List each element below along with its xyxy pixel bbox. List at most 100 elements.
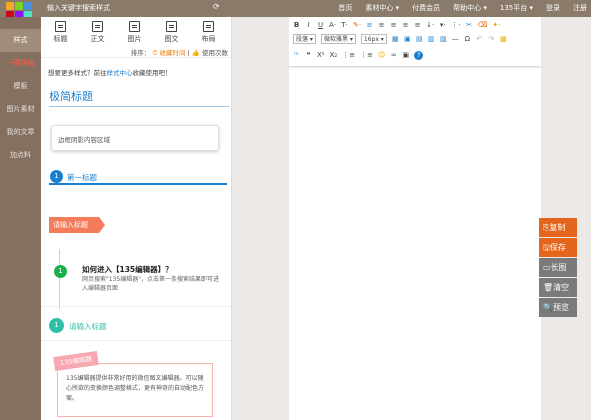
superscript-icon[interactable]: X² [317,51,325,59]
green-number-badge: 1 [49,318,64,333]
tab-body[interactable]: 正文 [80,17,115,47]
anchor-icon[interactable]: ∞ [390,51,397,59]
save-icon: 🖫 [543,243,550,252]
bold-button[interactable]: B [293,21,300,29]
rail-item-my-articles[interactable]: 我的文章 [0,121,41,144]
card-tag: 135编辑器 [53,351,99,371]
spacing-button[interactable]: ▾· [439,21,446,29]
left-rail: 样式 一键排版 模板 图片素材 我的文章 加点料 [0,17,41,420]
copy-label: 复制 [549,223,566,232]
nav-materials[interactable]: 素材中心 ▾ [365,3,399,13]
preview-label: 预览 [552,303,569,312]
search-input[interactable]: 输入关键字搜索样式 [47,3,110,13]
undo-icon[interactable]: ↶ [476,35,483,43]
toolbar-row-1: B I U A· T· ✎· ≡ ≡ ≡ ≡ ≡ ↓· ▾· ⋮· ✂ ⌫ ✦· [293,19,501,31]
toolbar-row-3: ʳᵉ ❝ X² X₂ ⋮≡ ⋮≡ ☺ ∞ ▣ ? [293,49,424,61]
format-painter-button[interactable]: ✂ [465,21,472,29]
style-center-link[interactable]: 样式中心 [107,69,133,77]
tab-title[interactable]: 标题 [43,17,78,47]
highlight-button[interactable]: ✎· [353,21,361,29]
rail-item-one-click-layout[interactable]: 一键排版 [0,52,41,75]
trash-icon: 🗑 [543,283,554,292]
search-icon: 🔍 [543,303,553,312]
link-icon[interactable]: ▧ [440,35,447,43]
font-size-select[interactable]: 16px ▾ [360,34,387,44]
table-icon[interactable]: ▦ [392,35,399,43]
image-insert-icon[interactable]: ▣ [404,35,411,43]
paragraph-value: 段落 [296,36,309,43]
list-button[interactable]: ⋮· [451,21,460,29]
editor-toolbar: B I U A· T· ✎· ≡ ≡ ≡ ≡ ≡ ↓· ▾· ⋮· ✂ ⌫ ✦·… [289,17,541,67]
long-image-button[interactable]: ▭长图 [539,258,577,277]
tab-image-text[interactable]: 图文 [154,17,189,47]
preview-button[interactable]: 🔍预览 [539,298,577,317]
text-style-button[interactable]: T· [341,21,348,29]
style-center-notice: 想要更多样式？前往样式中心收藏使用吧！ [48,67,172,77]
top-nav: 首页 素材中心 ▾ 付费会员 帮助中心 ▾ 135平台 ▾ 登录 注册 [338,3,591,13]
sort-active-label: 收藏时间 [159,49,186,57]
font-family-select[interactable]: 微软雅黑 ▾ [320,34,356,44]
nav-vip[interactable]: 付费会员 [412,3,440,13]
special-char-icon[interactable]: Ω [464,35,471,43]
unordered-list-icon[interactable]: ⋮≡ [360,51,373,59]
magic-button[interactable]: ✦· [492,21,500,29]
notice-suffix: 收藏使用吧！ [132,69,172,77]
numbered-title-text: 第一标题 [67,173,97,182]
save-button[interactable]: 🖫保存 [539,238,577,257]
emoji-icon[interactable]: ☺ [378,51,385,59]
refresh-icon[interactable]: ⟳ [213,2,220,11]
align-center-button[interactable]: ≡ [378,21,385,29]
attachment-icon[interactable]: ▥ [428,35,435,43]
clear-format-button[interactable]: ⌫ [477,21,487,29]
style-green-title[interactable]: 1 请输入标题 [49,317,227,335]
style-simple-title[interactable]: 极简标题 [49,87,229,107]
copy-button[interactable]: ⎘复制 [539,218,577,237]
number-badge: 1 [50,170,63,183]
redo-icon[interactable]: ↷ [488,35,495,43]
nav-login[interactable]: 登录 [546,3,560,13]
rail-item-templates[interactable]: 模板 [0,75,41,98]
font-color-button[interactable]: A· [329,21,336,29]
style-ribbon-title[interactable]: 请输入标题 [49,217,105,233]
indent-button[interactable]: ≡ [414,21,421,29]
nav-help[interactable]: 帮助中心 ▾ [453,3,487,13]
style-numbered-title[interactable]: 1 第一标题 [49,170,227,185]
nav-register[interactable]: 注册 [573,3,587,13]
ordered-list-icon[interactable]: ⋮≡ [342,51,355,59]
rail-item-images[interactable]: 图片素材 [0,98,41,121]
align-right-button[interactable]: ≡ [390,21,397,29]
link-text-icon[interactable]: ʳᵉ [293,51,300,59]
nav-platform[interactable]: 135平台 ▾ [500,3,533,13]
style-tag-card[interactable]: 135编辑器 135编辑器提供非常好用的微信图文编辑器。可以随心所欲的变换颜色调… [53,351,213,417]
underline-button[interactable]: U [317,21,324,29]
image-icon: ▭ [543,263,551,272]
tab-label: 图片 [127,35,142,43]
style-faq[interactable]: 1 如何进入【135编辑器】？ 网页搜索"135编辑器"，点击第一条搜索结果即可… [54,249,224,309]
source-code-icon[interactable]: ▩ [500,35,507,43]
line-height-button[interactable]: ↓· [426,21,434,29]
editor-canvas[interactable] [289,68,541,420]
align-left-button[interactable]: ≡ [366,21,373,29]
sort-by-usage[interactable]: 👍 使用次数 [192,49,228,57]
style-shadow-box[interactable]: 边框阴影内容区域 [51,125,219,151]
subscript-icon[interactable]: X₂ [330,51,338,59]
justify-button[interactable]: ≡ [402,21,409,29]
tab-image[interactable]: 图片 [117,17,152,47]
media-icon[interactable]: ▤ [416,35,423,43]
green-title-text: 请输入标题 [69,322,107,331]
horizontal-rule-icon[interactable]: — [452,35,459,43]
rail-item-extras[interactable]: 加点料 [0,144,41,167]
italic-button[interactable]: I [305,21,312,29]
save-label: 保存 [549,243,566,252]
blockquote-icon[interactable]: ❝ [305,51,312,59]
tab-label: 正文 [90,35,105,43]
nav-home[interactable]: 首页 [338,3,352,13]
card-text: 135编辑器提供非常好用的微信图文编辑器。可以随心所欲的变换颜色调整格式，更有神… [66,375,205,402]
help-icon[interactable]: ? [414,50,424,60]
tab-layout[interactable]: 布局 [191,17,226,47]
clear-button[interactable]: 🗑清空 [539,278,577,297]
sort-by-favorite-time[interactable]: ⏱ 收藏时间 [152,49,185,57]
rail-item-styles[interactable]: 样式 [0,29,41,52]
preview-icon[interactable]: ▣ [402,51,409,59]
paragraph-select[interactable]: 段落 ▾ [293,34,316,44]
